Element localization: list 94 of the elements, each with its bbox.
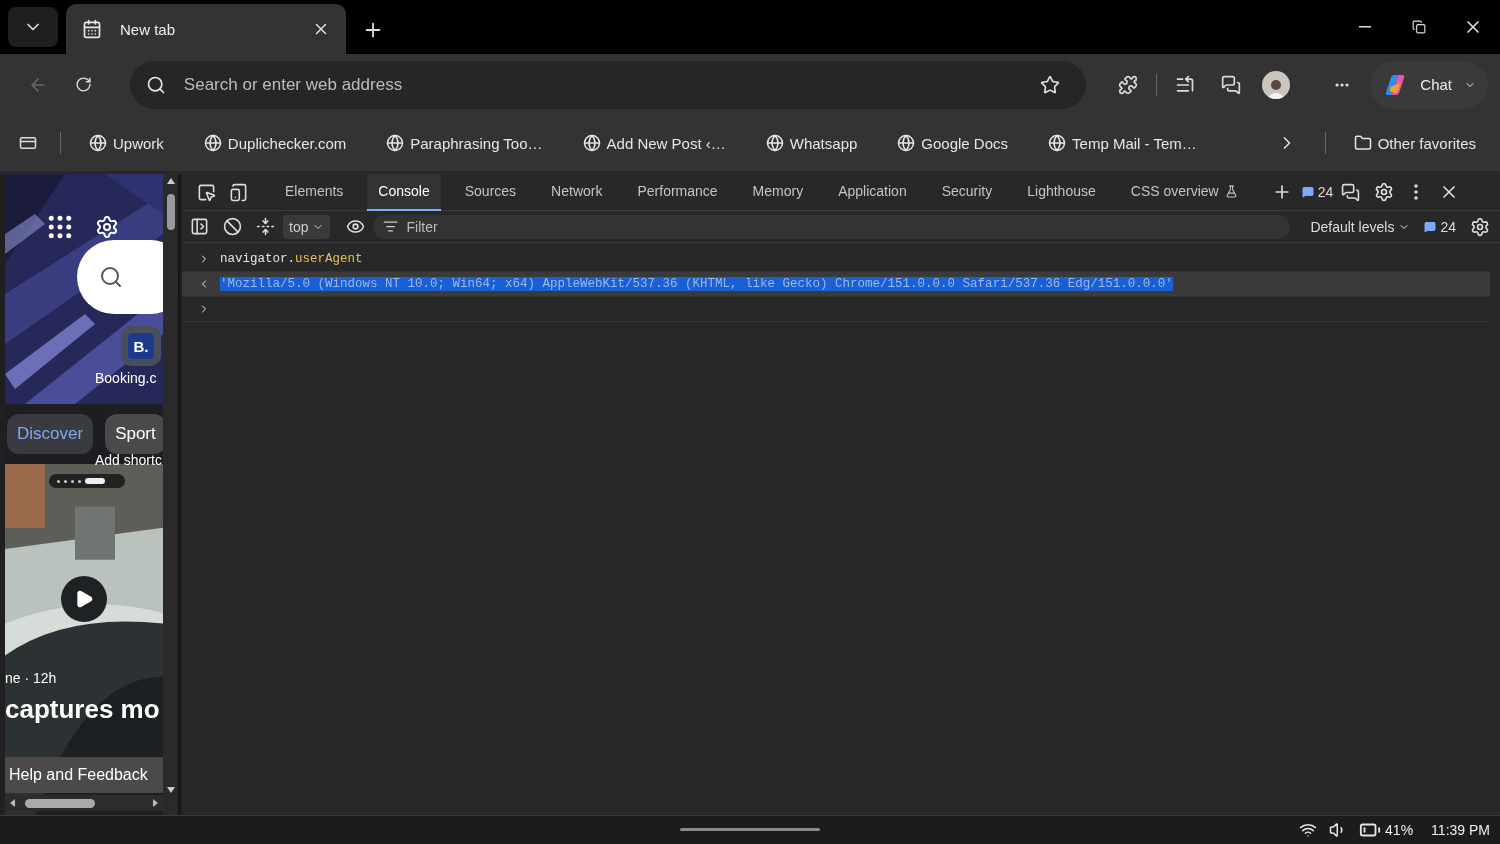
globe-icon: [89, 134, 107, 152]
shortcut-logo: B.: [128, 333, 154, 359]
messages-count[interactable]: 24: [1424, 218, 1456, 235]
globe-icon: [1048, 134, 1067, 152]
collapse-button[interactable]: [256, 217, 275, 236]
browser-tab[interactable]: New tab: [66, 4, 346, 54]
avatar: [1262, 70, 1291, 99]
devtools-tab[interactable]: Application: [827, 173, 918, 211]
scrollbar-thumb[interactable]: [25, 799, 95, 808]
up-arrow-icon: [166, 178, 175, 184]
panel-icon: [190, 217, 209, 236]
settings-icon: [1374, 182, 1395, 202]
speech-bubbles-icon: [1220, 74, 1241, 95]
right-arrow-icon: [151, 799, 159, 807]
address-input[interactable]: Search or enter web address: [181, 73, 1014, 96]
issues-count[interactable]: 24: [1301, 184, 1334, 200]
filter-icon: [383, 219, 399, 234]
left-arrow-icon: [9, 799, 17, 807]
collapse-icon: [256, 217, 275, 236]
star-icon: [1039, 74, 1060, 95]
settings-icon: [95, 215, 119, 239]
favorite-link[interactable]: Paraphrasing Too…: [376, 130, 553, 156]
favorite-link[interactable]: Upwork: [79, 130, 174, 156]
globe-icon: [897, 134, 916, 152]
favorite-link[interactable]: Google Docs: [887, 130, 1019, 156]
favorite-link[interactable]: Whatsapp: [755, 130, 868, 156]
globe-icon: [203, 134, 222, 152]
shortcut-tile[interactable]: B.: [121, 326, 161, 366]
live-expression-button[interactable]: [346, 217, 366, 236]
horizontal-scrollbar[interactable]: [5, 795, 163, 811]
story-headline: captures mo: [5, 694, 160, 725]
scrollbar-thumb[interactable]: [167, 194, 175, 230]
globe-icon: [582, 134, 601, 152]
shortcut-label: Add shortc: [95, 452, 162, 468]
sidebar-toggle-button[interactable]: [190, 217, 209, 236]
down-arrow-icon: [166, 787, 175, 793]
story-meta: ne · 12h: [5, 670, 57, 686]
filter-field[interactable]: Filter: [373, 214, 1291, 239]
globe-icon: [765, 134, 784, 152]
page-search-button[interactable]: [77, 240, 163, 314]
log-levels-dropdown[interactable]: Default levels: [1304, 218, 1417, 235]
feed-tab[interactable]: Sport: [105, 414, 163, 454]
result-text: 'Mozilla/5.0 (Windows NT 10.0; Win64; x64) AppleWebKit/537.36 (KHTML, like Gecko) Chrome/151.0.0.0 Safari/537.36 Edg/151.0.0.0': [220, 277, 1173, 291]
devtools-tab[interactable]: Elements: [274, 173, 355, 211]
menu-icon: [1414, 184, 1419, 200]
other-favorites-link[interactable]: Other favorites: [1343, 130, 1486, 156]
tab-title: New tab: [120, 20, 177, 38]
ban-icon: [223, 217, 242, 236]
speech-bubbles-icon: [1340, 182, 1360, 202]
folder-icon: [1353, 134, 1372, 152]
command-text: navigator.userAgent: [220, 252, 363, 266]
filter-input[interactable]: Filter: [404, 217, 1281, 236]
favorite-link[interactable]: Duplichecker.com: [193, 130, 357, 156]
devtools-tab[interactable]: Lighthouse: [1016, 173, 1107, 211]
favorite-link[interactable]: Temp Mail - Tem…: [1038, 130, 1207, 156]
eye-icon: [346, 217, 366, 236]
help-feedback-button[interactable]: Help and Feedback: [5, 757, 163, 793]
shortcut-label: Booking.c: [95, 370, 157, 386]
page-icon: [82, 19, 102, 39]
message-icon: [1424, 220, 1437, 233]
clock[interactable]: 11:39 PM: [1431, 822, 1490, 838]
minimize-icon: [1359, 26, 1371, 28]
devtools-tab[interactable]: CSS overview: [1119, 173, 1249, 211]
feed-tab[interactable]: Discover: [7, 414, 94, 454]
refresh-icon: [75, 76, 93, 93]
pointer-icon: [196, 182, 216, 202]
wifi-icon: [1299, 821, 1318, 839]
globe-icon: [386, 134, 405, 152]
devtools-tab[interactable]: Security: [930, 173, 1004, 211]
card-icon: [19, 134, 37, 152]
vertical-scrollbar[interactable]: [163, 174, 180, 815]
console-settings-button[interactable]: [1470, 216, 1490, 237]
devices-icon: [228, 182, 248, 202]
devtools-tab[interactable]: Sources: [453, 173, 528, 211]
context-selector[interactable]: top: [283, 214, 331, 239]
list-icon: [1174, 74, 1195, 95]
search-icon: [99, 265, 123, 289]
puzzle-icon: [1117, 74, 1138, 95]
address-bar[interactable]: Search or enter web address: [129, 60, 1086, 109]
settings-icon: [1470, 216, 1490, 237]
battery-percent: 41%: [1385, 822, 1414, 838]
chat-button[interactable]: Chat: [1370, 60, 1489, 109]
devtools-tab[interactable]: Performance: [626, 173, 729, 211]
message-icon: [1301, 186, 1314, 198]
ellipsis-icon: [1335, 82, 1350, 87]
play-icon: [74, 589, 94, 609]
clear-console-button[interactable]: [223, 217, 242, 236]
search-icon: [145, 74, 166, 95]
devtools-tab[interactable]: Network: [540, 173, 614, 211]
favorite-link[interactable]: Add New Post ‹…: [572, 130, 736, 156]
devtools-tab[interactable]: Memory: [741, 173, 815, 211]
restore-icon: [1412, 20, 1426, 34]
flask-icon: [1224, 184, 1238, 198]
devtools-tab[interactable]: Console: [367, 173, 441, 211]
